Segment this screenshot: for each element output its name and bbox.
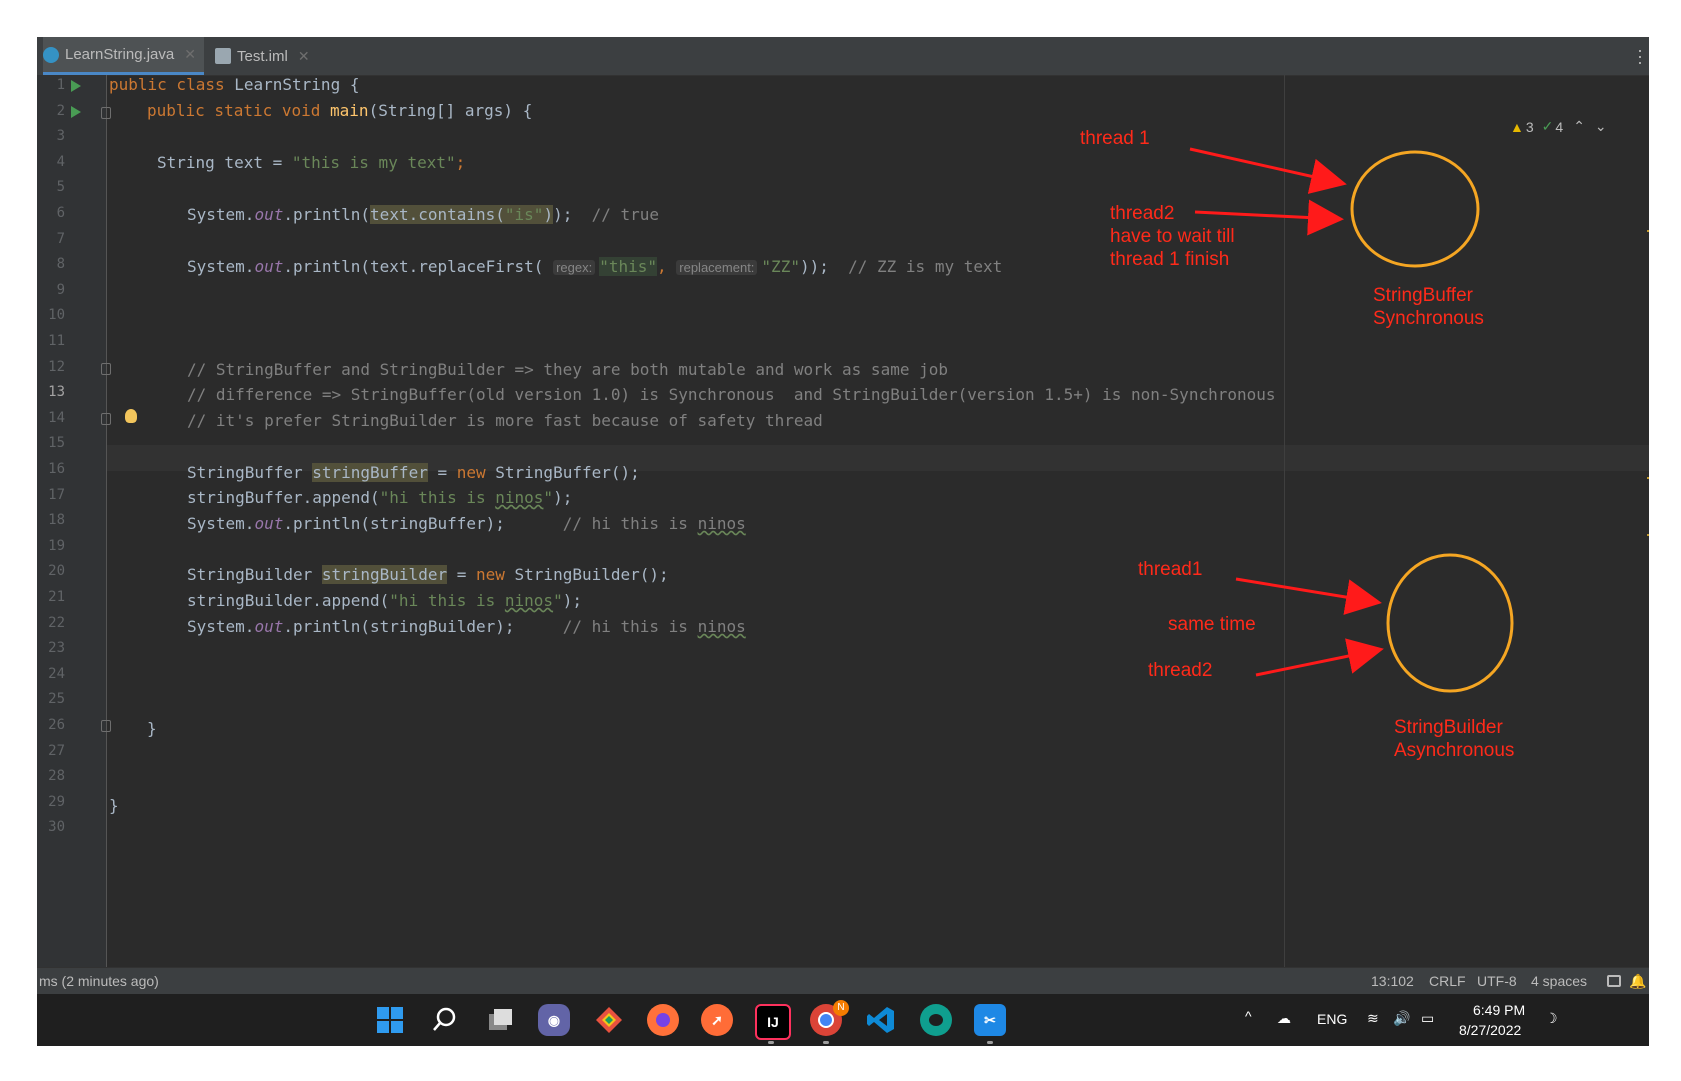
annotation-circle: [1350, 150, 1480, 268]
annotation-thread2-top-line3: thread 1 finish: [1110, 249, 1230, 270]
annotation-thread2-top-line1: thread2: [1110, 203, 1175, 224]
annotation-arrow: [1189, 147, 1347, 194]
annotation-arrow: [1255, 638, 1384, 677]
annotation-buffer-label-line2: Synchronous: [1373, 308, 1484, 329]
annotation-layer: [1189, 147, 1514, 693]
annotation-arrow: [1194, 199, 1344, 236]
annotation-builder-label-line2: Asynchronous: [1394, 740, 1515, 761]
annotation-arrow: [1235, 577, 1382, 615]
annotation-thread1-top: thread 1: [1080, 128, 1150, 149]
annotation-thread2-top-line2: have to wait till: [1110, 226, 1235, 247]
annotation-buffer-label-line1: StringBuffer: [1373, 285, 1473, 306]
annotation-thread2-bottom: thread2: [1148, 660, 1213, 681]
annotation-thread1-bottom: thread1: [1138, 559, 1203, 580]
annotation-circle: [1386, 553, 1514, 693]
annotation-builder-label-line1: StringBuilder: [1394, 717, 1503, 738]
annotation-same-time: same time: [1168, 614, 1256, 635]
